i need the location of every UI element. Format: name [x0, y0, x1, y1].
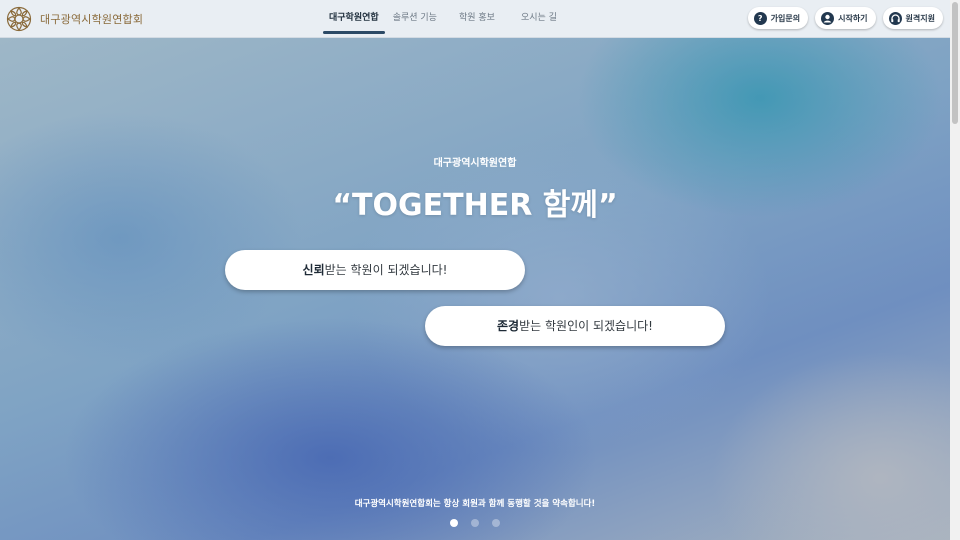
- header-buttons: ? 가입문의 시작하기 원격지원: [747, 7, 943, 29]
- user-icon: [821, 11, 835, 25]
- remote-support-button[interactable]: 원격지원: [882, 7, 943, 29]
- join-inquiry-button[interactable]: ? 가입문의: [747, 7, 809, 29]
- hero-banner: 대구광역시학원연합 “TOGETHER 함께” 신뢰받는 학원이 되겠습니다! …: [0, 38, 950, 540]
- respect-pill-text: 받는 학원인이 되겠습니다!: [519, 319, 653, 333]
- hero-subtitle: 대구광역시학원연합: [433, 158, 517, 169]
- get-started-label: 시작하기: [838, 13, 868, 23]
- slide-pagination: [450, 519, 500, 527]
- main-nav: 대구학원연합 솔루션 기능 학원 홍보 오시는 길: [323, 0, 563, 38]
- page-scrollbar[interactable]: [950, 0, 960, 540]
- nav-item-directions[interactable]: 오시는 길: [515, 0, 563, 38]
- trust-pill-bold: 신뢰: [302, 263, 325, 277]
- nav-item-academy-promotion[interactable]: 학원 홍보: [453, 0, 501, 38]
- respect-pill-bold: 존경: [497, 319, 520, 333]
- site-header: 대구광역시학원연합회 대구학원연합 솔루션 기능 학원 홍보 오시는 길 ? 가…: [0, 0, 950, 38]
- trust-pill-text: 받는 학원이 되겠습니다!: [324, 263, 448, 277]
- get-started-button[interactable]: 시작하기: [815, 7, 876, 29]
- slide-dot-2[interactable]: [471, 519, 479, 527]
- nav-item-daegu-academy-union[interactable]: 대구학원연합: [323, 0, 385, 38]
- headset-icon: [888, 11, 902, 25]
- logo[interactable]: 대구광역시학원연합회: [6, 6, 143, 32]
- slide-dot-3[interactable]: [492, 519, 500, 527]
- join-inquiry-label: 가입문의: [770, 13, 801, 23]
- hero-title: “TOGETHER 함께”: [332, 188, 618, 223]
- hero-promise-text: 대구광역시학원연합회는 항상 회원과 함께 동행할 것을 약속합니다!: [354, 499, 596, 509]
- emblem-icon: [6, 6, 32, 32]
- nav-item-solution-features[interactable]: 솔루션 기능: [387, 0, 443, 38]
- remote-support-label: 원격지원: [905, 13, 935, 23]
- slide-dot-1[interactable]: [450, 519, 458, 527]
- trust-pill: 신뢰받는 학원이 되겠습니다!: [225, 250, 525, 290]
- question-icon: ?: [753, 11, 767, 25]
- respect-pill: 존경받는 학원인이 되겠습니다!: [425, 306, 725, 346]
- scrollbar-thumb[interactable]: [952, 2, 958, 124]
- logo-text: 대구광역시학원연합회: [40, 13, 144, 26]
